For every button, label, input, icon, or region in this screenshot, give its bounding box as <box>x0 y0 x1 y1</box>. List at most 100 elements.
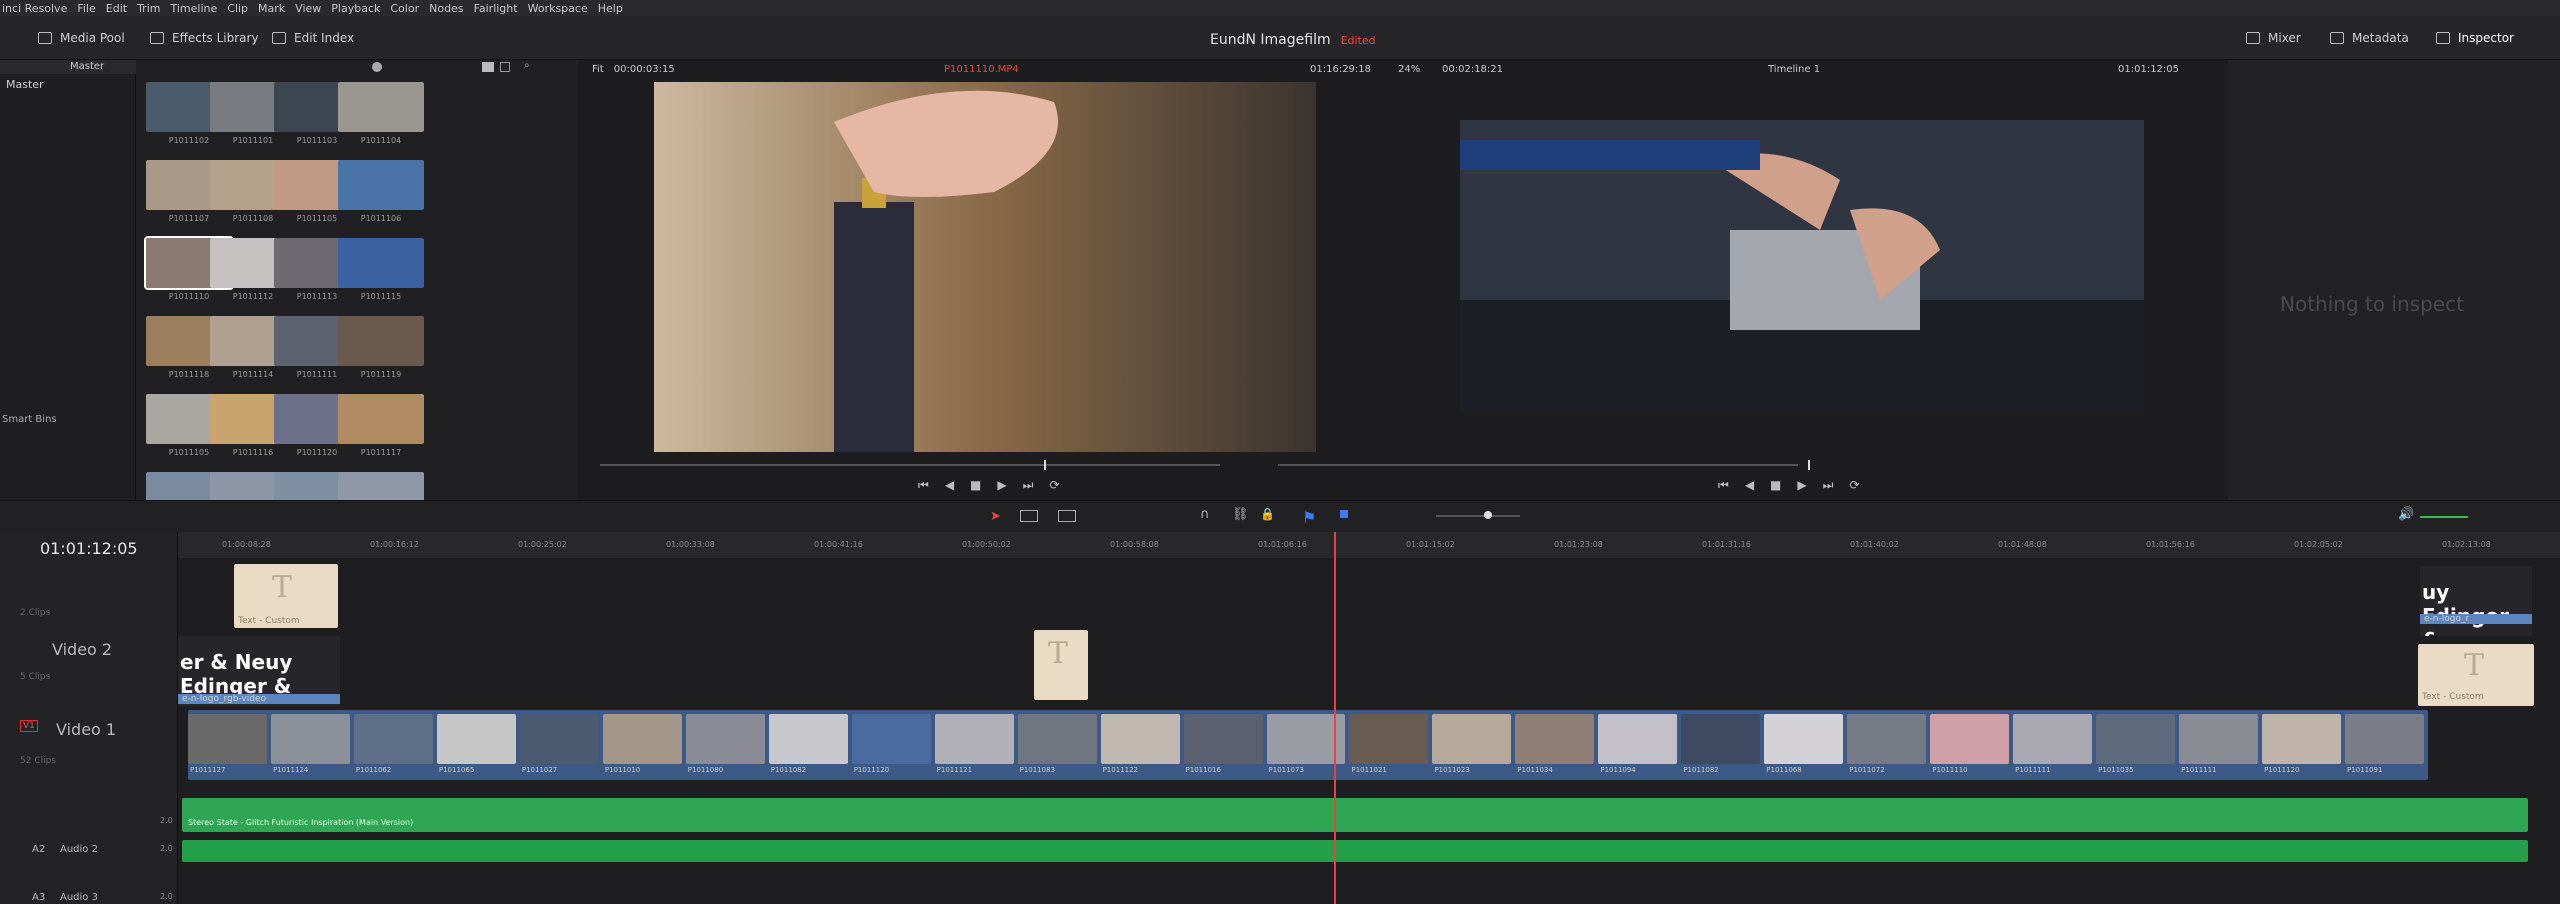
menu-item[interactable]: Workspace <box>528 2 588 15</box>
play-icon[interactable]: ▶ <box>997 478 1006 493</box>
selection-tool-icon[interactable]: ➤ <box>990 509 1001 524</box>
video-clip[interactable] <box>519 714 599 764</box>
menu-item[interactable]: Color <box>390 2 419 15</box>
menu-item[interactable]: Timeline <box>170 2 217 15</box>
timeline-selector[interactable]: Timeline 1 <box>1768 60 1820 78</box>
loop-icon[interactable]: ⟳ <box>1849 478 1859 493</box>
video-clip[interactable] <box>2345 714 2424 764</box>
search-icon[interactable]: ⌕ <box>524 60 530 71</box>
skip-end-icon[interactable]: ⏭ <box>1023 478 1034 493</box>
edge-text-clip[interactable]: T Text - Custom <box>2418 644 2534 706</box>
skip-start-icon[interactable]: ⏮ <box>918 478 929 493</box>
video-clip[interactable] <box>934 714 1014 764</box>
video-clip[interactable] <box>1764 714 1844 764</box>
marker-icon[interactable] <box>1340 510 1348 518</box>
source-scrubber[interactable] <box>600 464 1220 466</box>
video-clip[interactable] <box>1515 714 1595 764</box>
stop-icon[interactable]: ■ <box>1770 478 1781 493</box>
edit-index-button[interactable]: Edit Index <box>272 26 354 50</box>
stop-icon[interactable]: ■ <box>970 478 981 493</box>
trim-tool-icon[interactable] <box>1020 510 1038 522</box>
menu-item[interactable]: Playback <box>331 2 380 15</box>
media-pool-button[interactable]: Media Pool <box>38 26 125 50</box>
menu-item[interactable]: Trim <box>137 2 160 15</box>
zoom-slider[interactable] <box>1436 515 1520 517</box>
reverse-icon[interactable]: ◀ <box>945 478 954 493</box>
audio-clip[interactable]: Stereo State - Glitch Futuristic Inspira… <box>182 798 2528 832</box>
edge-logo-clip[interactable]: uy Edinger & e-n-logo_r <box>2420 566 2532 636</box>
timeline-ruler[interactable]: 01:00:08:28 01:00:16:12 01:00:25:02 01:00:3… <box>178 532 2560 558</box>
video-clip[interactable] <box>188 714 267 764</box>
video-clip[interactable] <box>353 714 433 764</box>
clip-thumbnail[interactable] <box>338 82 424 132</box>
volume-slider[interactable] <box>2420 516 2468 518</box>
skip-start-icon[interactable]: ⏮ <box>1718 478 1729 493</box>
mixer-button[interactable]: Mixer <box>2246 26 2301 50</box>
video-clip[interactable] <box>1183 714 1263 764</box>
menu-item[interactable]: Help <box>598 2 623 15</box>
zoom-knob[interactable] <box>1484 511 1492 519</box>
menu-item[interactable]: Clip <box>227 2 248 15</box>
snap-icon[interactable]: ∩ <box>1200 507 1210 522</box>
video-clip[interactable] <box>851 714 931 764</box>
inspector-button[interactable]: Inspector <box>2436 26 2514 50</box>
logo-clip[interactable]: er & Neuy Edinger & e-n-logo_rgb-video <box>178 636 340 706</box>
video-clip[interactable] <box>2262 714 2342 764</box>
video-clip[interactable] <box>1930 714 2010 764</box>
link-icon[interactable]: ⛓ <box>1232 507 1249 522</box>
track-v1-tag[interactable]: V1 <box>20 720 38 732</box>
list-view-icon[interactable] <box>500 62 510 72</box>
video-clip[interactable] <box>1432 714 1512 764</box>
smart-bins-label[interactable]: Smart Bins <box>2 414 57 425</box>
video-clip[interactable] <box>1100 714 1180 764</box>
video-clip[interactable] <box>2013 714 2093 764</box>
video-clip[interactable] <box>2179 714 2259 764</box>
source-playhead[interactable] <box>1044 460 1046 470</box>
menu-item[interactable]: inci Resolve <box>2 2 67 15</box>
menu-item[interactable]: Nodes <box>429 2 463 15</box>
clip-thumbnail[interactable] <box>338 394 424 444</box>
playhead[interactable] <box>1334 532 1336 904</box>
lock-icon[interactable]: 🔒 <box>1260 507 1275 521</box>
text-clip[interactable]: T <box>1034 630 1088 700</box>
video-clip[interactable] <box>1598 714 1678 764</box>
blade-tool-icon[interactable] <box>1058 510 1076 522</box>
menu-item[interactable]: Fairlight <box>474 2 518 15</box>
video-clip[interactable] <box>1847 714 1927 764</box>
video-clip[interactable] <box>768 714 848 764</box>
video-clip[interactable] <box>1349 714 1429 764</box>
flag-icon[interactable]: ⚑ <box>1302 508 1316 527</box>
bin-item-master[interactable]: Master <box>6 78 44 91</box>
menu-item[interactable]: Edit <box>106 2 127 15</box>
video-clip[interactable] <box>1017 714 1097 764</box>
metadata-button[interactable]: Metadata <box>2330 26 2409 50</box>
menu-item[interactable]: File <box>77 2 95 15</box>
loop-icon[interactable]: ⟳ <box>1049 478 1059 493</box>
clip-thumbnail[interactable] <box>338 238 424 288</box>
menu-item[interactable]: View <box>295 2 321 15</box>
reverse-icon[interactable]: ◀ <box>1745 478 1754 493</box>
zoom-dropdown[interactable]: 24% <box>1398 60 1420 78</box>
menu-item[interactable]: Mark <box>258 2 285 15</box>
video-clip[interactable] <box>2096 714 2176 764</box>
text-clip[interactable]: T Text - Custom <box>234 564 338 628</box>
clip-thumbnail[interactable] <box>338 316 424 366</box>
clip-thumbnail[interactable] <box>338 160 424 210</box>
video-clip[interactable] <box>1681 714 1761 764</box>
timeline-scrubber[interactable] <box>1278 464 1798 466</box>
timeline-scrubber-head[interactable] <box>1808 460 1810 470</box>
zoom-slider-knob[interactable] <box>372 62 382 72</box>
effects-library-button[interactable]: Effects Library <box>150 26 259 50</box>
video-clip-label: P1011035 <box>2098 766 2134 774</box>
video-clip[interactable] <box>602 714 682 764</box>
play-icon[interactable]: ▶ <box>1797 478 1806 493</box>
grid-view-icon[interactable] <box>482 62 494 72</box>
video-clip[interactable] <box>436 714 516 764</box>
video-clip[interactable] <box>685 714 765 764</box>
video-clip-label: P1011083 <box>1019 766 1056 774</box>
audio-clip-a2[interactable] <box>182 840 2528 862</box>
fit-dropdown[interactable]: Fit <box>592 64 604 75</box>
skip-end-icon[interactable]: ⏭ <box>1823 478 1834 493</box>
speaker-icon[interactable]: 🔊 <box>2398 507 2414 522</box>
video-clip[interactable] <box>270 714 350 764</box>
